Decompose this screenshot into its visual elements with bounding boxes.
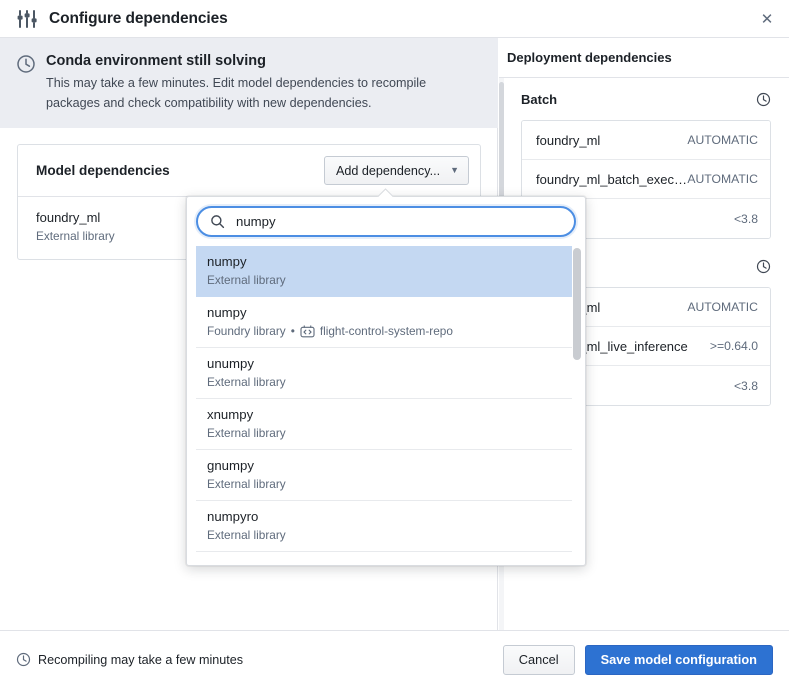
- package-version: AUTOMATIC: [687, 172, 758, 186]
- option-name: gnumpy: [207, 458, 254, 473]
- clock-icon: [17, 55, 35, 73]
- footer-actions: Cancel Save model configuration: [502, 644, 773, 675]
- close-icon[interactable]: ✕: [755, 7, 779, 31]
- list-item[interactable]: gnumpy External library: [196, 450, 576, 501]
- option-name: numpy: [207, 254, 247, 269]
- option-source: External library: [207, 477, 286, 491]
- popover-arrow: [377, 188, 395, 197]
- save-model-configuration-button[interactable]: Save model configuration: [584, 644, 773, 675]
- option-source: External library: [207, 375, 286, 389]
- package-name: foundry_ml_batch_execut…: [536, 171, 688, 187]
- option-separator: •: [290, 324, 295, 338]
- banner-title: Conda environment still solving: [46, 53, 266, 69]
- model-dependencies-header: Model dependencies Add dependency... ▼: [18, 145, 480, 197]
- add-dependency-label: Add dependency...: [335, 163, 441, 178]
- package-name: foundry_ml: [536, 132, 601, 148]
- option-name: unumpy: [207, 356, 254, 371]
- solving-banner: Conda environment still solving This may…: [0, 38, 498, 128]
- package-version: <3.8: [733, 211, 758, 226]
- clock-icon: [16, 652, 31, 667]
- list-item[interactable]: numpydoc External library: [196, 552, 576, 560]
- list-item[interactable]: xnumpy External library: [196, 399, 576, 450]
- list-item[interactable]: numpyro External library: [196, 501, 576, 552]
- deployment-section-title: Batch: [521, 91, 558, 107]
- package-version: AUTOMATIC: [687, 133, 758, 147]
- add-dependency-popover: numpy External library numpy Foundry lib…: [186, 188, 586, 566]
- deployment-section-header: Batch: [521, 78, 771, 120]
- model-dependencies-title: Model dependencies: [36, 163, 170, 178]
- option-source: External library: [207, 528, 286, 542]
- popover-search-area: [187, 197, 585, 237]
- banner-body: Conda environment still solving This may…: [46, 52, 446, 128]
- deployment-dependencies-header: Deployment dependencies: [499, 38, 789, 78]
- dialog-footer: Recompiling may take a few minutes Cance…: [0, 630, 789, 688]
- package-version: AUTOMATIC: [687, 300, 758, 314]
- deployment-dependencies-title: Deployment dependencies: [507, 50, 672, 65]
- clock-icon: [756, 92, 771, 106]
- table-row: foundry_ml_batch_execut… AUTOMATIC: [522, 160, 770, 199]
- option-subtitle: Foundry library • flight-control-system-…: [207, 323, 566, 340]
- option-subtitle: External library: [207, 425, 566, 442]
- option-subtitle: External library: [207, 527, 566, 544]
- dependency-options-list[interactable]: numpy External library numpy Foundry lib…: [196, 246, 576, 560]
- chevron-down-icon: ▼: [450, 165, 459, 175]
- option-subtitle: External library: [207, 374, 566, 391]
- package-version: <3.8: [733, 378, 758, 393]
- search-box[interactable]: [196, 206, 576, 237]
- dialog-title: Configure dependencies: [49, 9, 228, 27]
- option-source: External library: [207, 426, 286, 440]
- option-name: numpy: [207, 305, 247, 320]
- footer-note: Recompiling may take a few minutes: [16, 652, 243, 667]
- option-subtitle: External library: [207, 272, 566, 289]
- popover-scrollbar-thumb[interactable]: [573, 248, 581, 360]
- clock-icon: [756, 259, 771, 273]
- table-row: foundry_ml AUTOMATIC: [522, 121, 770, 160]
- list-item[interactable]: unumpy External library: [196, 348, 576, 399]
- cancel-button[interactable]: Cancel: [502, 644, 575, 675]
- search-icon: [211, 215, 225, 229]
- package-version: >=0.64.0: [709, 339, 758, 353]
- list-item[interactable]: numpy External library: [196, 246, 576, 297]
- option-repo: flight-control-system-repo: [319, 324, 453, 338]
- dialog-titlebar: Configure dependencies ✕: [0, 0, 789, 38]
- option-name: xnumpy: [207, 407, 254, 422]
- code-repo-icon: [300, 325, 315, 338]
- configure-dependencies-dialog: Configure dependencies ✕ Conda environme…: [0, 0, 789, 688]
- list-item[interactable]: numpy Foundry library • flight-control-s…: [196, 297, 576, 348]
- option-name: numpydoc: [207, 559, 566, 560]
- banner-description: This may take a few minutes. Edit model …: [46, 76, 427, 110]
- option-subtitle: External library: [207, 476, 566, 493]
- search-input[interactable]: [234, 213, 562, 230]
- option-source: External library: [207, 273, 286, 287]
- add-dependency-button[interactable]: Add dependency... ▼: [323, 156, 469, 185]
- close-icon-glyph: ✕: [760, 11, 774, 28]
- footer-note-text: Recompiling may take a few minutes: [38, 652, 244, 667]
- sliders-icon: [17, 9, 37, 28]
- option-source: Foundry library: [207, 324, 286, 338]
- option-name: numpyro: [207, 509, 259, 524]
